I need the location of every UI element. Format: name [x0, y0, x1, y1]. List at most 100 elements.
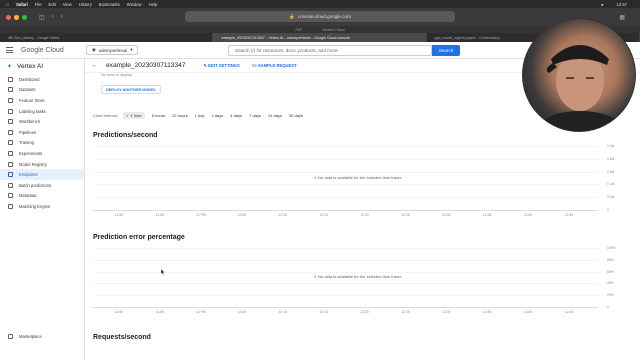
interval-chip[interactable]: 2 days — [211, 113, 223, 118]
y-tick-label: 60% — [607, 270, 614, 274]
x-tick-label: 12:35 — [482, 213, 492, 217]
sidebar-item-icon — [8, 140, 13, 146]
x-tick-label: 12:10 — [278, 213, 287, 217]
sidebar-item-dashboard[interactable]: Dashboard — [0, 74, 84, 85]
close-window-button[interactable] — [6, 14, 11, 20]
project-selector[interactable]: ◉ udemyvertexai ▾ — [85, 45, 139, 55]
x-tick-label: 11:50 — [114, 213, 124, 217]
back-arrow-icon[interactable]: ← — [91, 62, 98, 69]
y-tick-label: 0.6/s — [607, 170, 615, 174]
sidebar-item-marketplace[interactable]: Marketplace — [0, 331, 84, 342]
sidebar-item-feature-store[interactable]: Feature Store — [0, 95, 84, 106]
x-tick-label: 12:20 — [360, 310, 369, 314]
address-bar[interactable]: 🔒 console.cloud.google.com — [185, 11, 455, 22]
x-tick-label: 12:15 — [319, 310, 328, 314]
x-tick-label: 12 PM — [195, 213, 206, 217]
menu-view[interactable]: View — [63, 2, 72, 7]
chart-gridline — [93, 295, 598, 296]
interval-chip[interactable]: 6 hours — [152, 113, 165, 118]
x-tick-label: 12:45 — [564, 310, 574, 314]
browser-tab-active[interactable]: example_20230307113347 – Vertex AI – ude… — [213, 33, 427, 42]
menu-help[interactable]: Help — [149, 2, 158, 7]
sidebar-item-pipelines[interactable]: Pipelines — [0, 127, 84, 138]
menu-icon[interactable] — [6, 47, 13, 53]
chart-gridline — [93, 283, 598, 284]
sidebar-item-model-registry[interactable]: Model Registry — [0, 159, 84, 170]
chart-interval-selector: Chart interval: ✓ 1 hour 6 hours 12 hours 1… — [93, 112, 310, 119]
menu-bookmarks[interactable]: Bookmarks — [99, 2, 120, 7]
page-title: example_20230307113347 — [106, 62, 186, 69]
clock[interactable]: 12:47 — [617, 2, 627, 7]
interval-chip[interactable]: 12 hours — [172, 113, 188, 118]
forward-icon[interactable]: › — [61, 14, 63, 20]
no-data-message: ⚠ No data is available for the selected … — [243, 274, 473, 279]
interval-chip[interactable]: 7 days — [249, 113, 261, 118]
menu-window[interactable]: Window — [127, 2, 142, 7]
menu-edit[interactable]: Edit — [49, 2, 56, 7]
no-data-text: No data is available for the selected ti… — [318, 274, 403, 279]
sidebar-item-icon — [8, 203, 13, 209]
edit-settings-button[interactable]: ✎ EDIT SETTINGS — [203, 63, 239, 68]
x-tick-label: 12:40 — [523, 310, 533, 314]
browser-tab[interactable]: 4B-Gen_Udemy - Google Slides — [0, 33, 214, 42]
sidebar-item-label: Feature Store — [19, 97, 45, 103]
minimize-window-button[interactable] — [14, 14, 19, 20]
favorite-item[interactable]: Yandex Cloud — [322, 28, 344, 32]
interval-chip[interactable]: 30 days — [289, 113, 303, 118]
sidebar-item-metadata[interactable]: Metadata — [0, 191, 84, 202]
screen: { "menubar": { "app": "Safari", "items":… — [0, 0, 640, 360]
sidebar-item-datasets[interactable]: Datasets — [0, 85, 84, 96]
chart-title: Predictions/second — [93, 132, 158, 139]
search-input[interactable]: Search (/) for resources, docs, products… — [228, 45, 432, 56]
x-tick-label: 12:35 — [482, 310, 492, 314]
sidebar-item-training[interactable]: Training — [0, 138, 84, 149]
sidebar-item-workbench[interactable]: Workbench — [0, 116, 84, 127]
mouse-cursor — [161, 269, 165, 275]
google-cloud-logo[interactable]: Google Cloud — [21, 47, 64, 54]
sidebar-item-endpoints[interactable]: Endpoints — [0, 169, 84, 180]
x-tick-label: 12:30 — [442, 213, 451, 217]
sidebar-footer: Marketplace — [0, 331, 84, 342]
sidebar-item-icon — [8, 108, 13, 114]
interval-chip[interactable]: 4 days — [230, 113, 242, 118]
favorite-item[interactable]: F&F — [295, 28, 302, 32]
zoom-window-button[interactable] — [22, 14, 27, 20]
x-tick-label: 12:45 — [564, 213, 574, 217]
menu-history[interactable]: History — [79, 2, 92, 7]
x-tick-label: 11:55 — [155, 310, 165, 314]
apple-icon[interactable]:  — [6, 2, 9, 7]
search-button[interactable]: Search — [432, 45, 460, 56]
chart-title: Prediction error percentage — [93, 234, 185, 241]
deploy-another-model-button[interactable]: DEPLOY ANOTHER MODEL — [101, 85, 161, 94]
chart-requests-per-second: Requests/second — [85, 329, 640, 359]
sidebar-item-matching-engine[interactable]: Matching Engine — [0, 201, 84, 212]
wifi-icon[interactable]: ● — [601, 2, 604, 7]
sidebar-item-icon — [8, 97, 13, 103]
sidebar-item-labeling-tasks[interactable]: Labeling tasks — [0, 106, 84, 117]
tab-overview-icon[interactable]: ▦ — [619, 14, 625, 21]
menu-app-name[interactable]: Safari — [16, 2, 28, 7]
sample-request-button[interactable]: <> SAMPLE REQUEST — [252, 63, 297, 68]
sidebar-item-label: Labeling tasks — [19, 108, 46, 114]
interval-chip[interactable]: ✓ 1 hour — [122, 112, 145, 119]
menu-file[interactable]: File — [35, 2, 42, 7]
presenter-image — [534, 45, 626, 131]
sidebar-title-text: Vertex AI — [17, 63, 44, 70]
sidebar-item-icon — [8, 150, 13, 156]
sidebar-item-label: Metadata — [19, 193, 37, 199]
x-tick-label: 12:20 — [360, 213, 369, 217]
x-tick-label: 12:40 — [523, 213, 533, 217]
sidebar-item-experiments[interactable]: Experiments — [0, 148, 84, 159]
interval-chip[interactable]: 14 days — [268, 113, 282, 118]
sidebar-item-label: Matching Engine — [19, 203, 51, 209]
interval-chip[interactable]: 1 day — [195, 113, 205, 118]
sidebar-item-icon — [8, 182, 13, 188]
back-icon[interactable]: ‹ — [52, 14, 54, 20]
x-tick-label: 12:25 — [401, 213, 410, 217]
webcam-overlay — [522, 18, 636, 132]
sidebar-item-batch-predictions[interactable]: Batch predictions — [0, 180, 84, 191]
sidebar-toggle-icon[interactable]: ◫ — [39, 14, 45, 21]
clipped-table-text: No rows to display — [101, 73, 133, 77]
address-text: console.cloud.google.com — [297, 14, 351, 19]
chart-title: Requests/second — [93, 334, 151, 341]
